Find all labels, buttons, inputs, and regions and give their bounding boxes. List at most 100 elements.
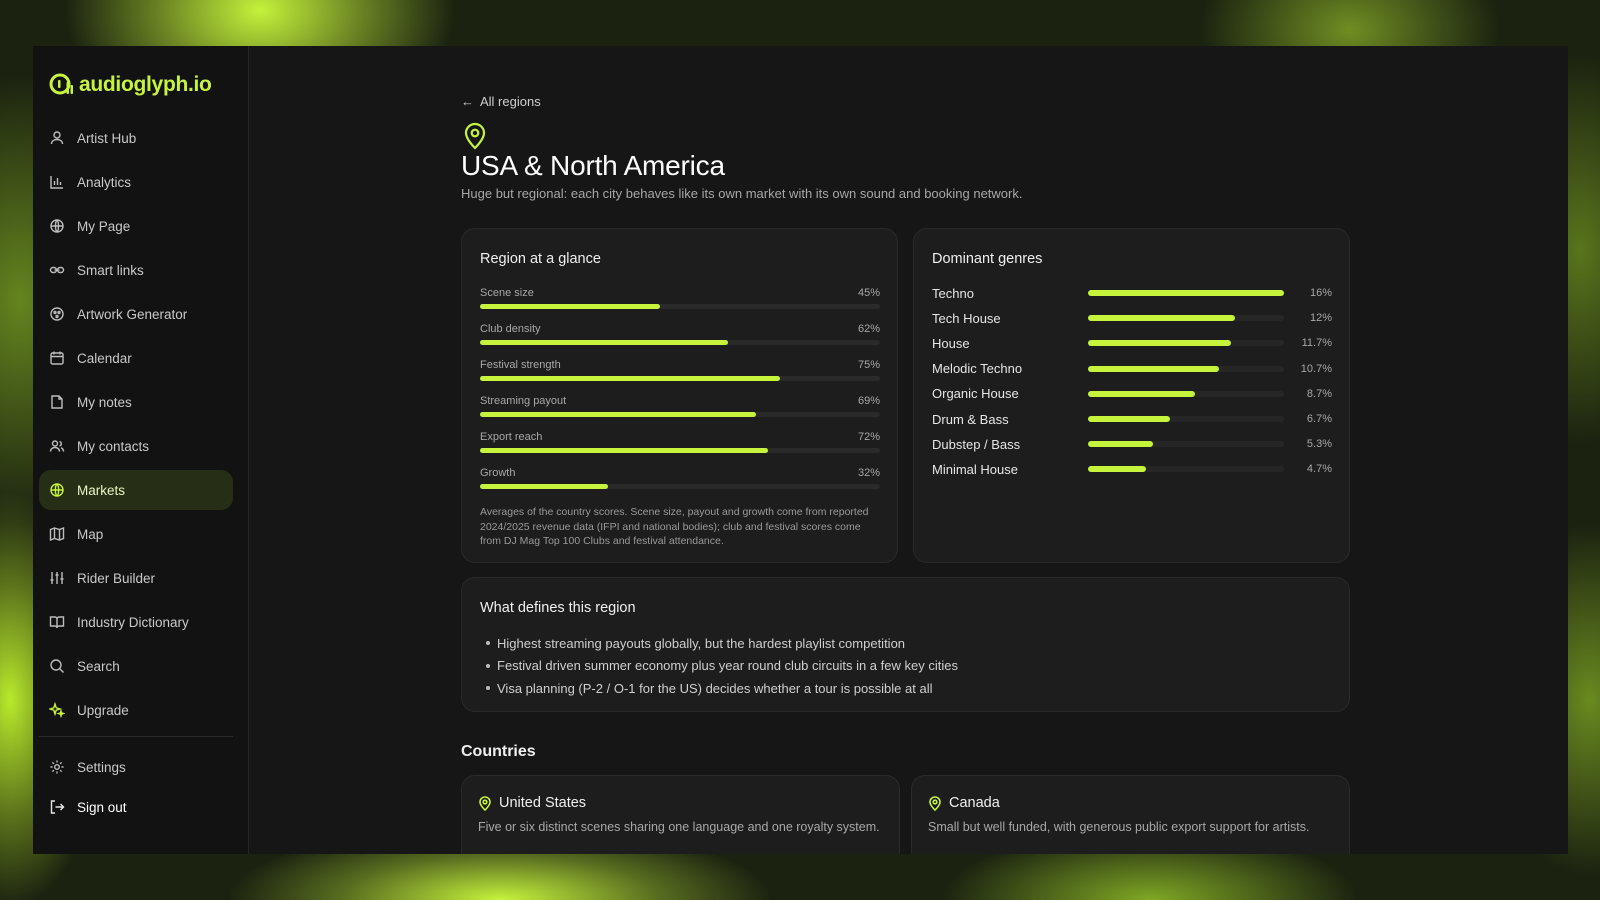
country-name: Canada bbox=[928, 795, 1000, 811]
genre-value: 8.7% bbox=[1306, 387, 1332, 400]
metric-scene-size: Scene size 45% bbox=[480, 287, 880, 309]
region-defines-card: What defines this region Highest streami… bbox=[461, 577, 1350, 712]
list-item: Festival driven summer economy plus year… bbox=[486, 655, 958, 678]
sidebar-item-label: My notes bbox=[77, 394, 132, 410]
location-pin-icon bbox=[464, 122, 486, 150]
sidebar-item-label: Rider Builder bbox=[77, 570, 156, 586]
genre-track bbox=[1088, 315, 1284, 322]
sidebar-item-label: Calendar bbox=[77, 350, 132, 366]
glance-note: Averages of the country scores. Scene si… bbox=[480, 506, 869, 547]
logo[interactable]: audioglyph.io bbox=[49, 72, 212, 98]
sidebar-item-artist-hub[interactable]: Artist Hub bbox=[39, 118, 233, 158]
sidebar-item-analytics[interactable]: Analytics bbox=[39, 162, 233, 202]
metric-track bbox=[480, 376, 880, 381]
sidebar-item-label: My contacts bbox=[77, 438, 150, 454]
sidebar-item-calendar[interactable]: Calendar bbox=[39, 338, 233, 378]
sidebar-nav: Artist Hub Analytics My Page Smart links… bbox=[39, 118, 233, 734]
genre-value: 10.7% bbox=[1300, 362, 1332, 375]
sidebar-item-label: My Page bbox=[77, 218, 131, 234]
genre-fill bbox=[1088, 365, 1220, 372]
genre-track bbox=[1088, 441, 1284, 448]
sidebar-item-label: Artwork Generator bbox=[77, 306, 188, 322]
genre-row: House 11.7% bbox=[932, 333, 1332, 353]
sidebar-divider bbox=[39, 736, 233, 737]
metric-track bbox=[480, 304, 880, 309]
metric-fill bbox=[480, 484, 608, 489]
back-link[interactable]: ← All regions bbox=[461, 94, 541, 109]
sidebar-item-upgrade[interactable]: Upgrade bbox=[39, 690, 233, 730]
location-pin-icon bbox=[929, 795, 941, 811]
sidebar-item-my-page[interactable]: My Page bbox=[39, 206, 233, 246]
metric-export-reach: Export reach 72% bbox=[480, 431, 880, 453]
metric-fill bbox=[480, 448, 768, 453]
metric-track bbox=[480, 412, 880, 417]
link-icon bbox=[49, 266, 65, 274]
logo-text: audioglyph.io bbox=[79, 73, 212, 96]
page-subtitle: Huge but regional: each city behaves lik… bbox=[461, 186, 1023, 201]
metric-label: Growth bbox=[480, 467, 516, 479]
metric-label: Festival strength bbox=[480, 359, 561, 371]
bar-chart-icon bbox=[50, 176, 63, 189]
metric-festival-strength: Festival strength 75% bbox=[480, 359, 880, 381]
metric-label: Scene size bbox=[480, 287, 534, 299]
sidebar-item-map[interactable]: Map bbox=[39, 514, 233, 554]
genre-name: Dubstep / Bass bbox=[932, 436, 1021, 452]
genre-value: 5.3% bbox=[1306, 438, 1332, 451]
sign-out-icon bbox=[50, 800, 65, 814]
sidebar-item-artwork-generator[interactable]: Artwork Generator bbox=[39, 294, 233, 334]
sidebar-item-industry-dictionary[interactable]: Industry Dictionary bbox=[39, 602, 233, 642]
card-title: What defines this region bbox=[480, 600, 636, 616]
sidebar-item-rider-builder[interactable]: Rider Builder bbox=[39, 558, 233, 598]
sidebar-item-label: Map bbox=[77, 526, 104, 542]
arrow-left-icon: ← bbox=[461, 94, 474, 109]
globe-icon bbox=[50, 483, 64, 497]
sparkle-icon bbox=[49, 702, 65, 718]
logo-icon bbox=[49, 73, 73, 95]
sliders-icon bbox=[50, 572, 64, 584]
metric-label: Export reach bbox=[480, 431, 543, 443]
location-pin-icon bbox=[479, 795, 491, 811]
genre-fill bbox=[1088, 466, 1146, 473]
genre-track bbox=[1088, 290, 1284, 296]
metric-club-density: Club density 62% bbox=[480, 323, 880, 345]
country-card-united-states[interactable]: United States Five or six distinct scene… bbox=[461, 775, 900, 854]
genre-row: Dubstep / Bass 5.3% bbox=[932, 434, 1332, 454]
book-icon bbox=[49, 616, 65, 629]
genre-row: Minimal House 4.7% bbox=[932, 459, 1332, 479]
genre-value: 16% bbox=[1309, 287, 1332, 299]
sign-out-button[interactable]: Sign out bbox=[39, 787, 233, 827]
app-window: audioglyph.io Artist Hub Analytics My Pa… bbox=[33, 46, 1568, 854]
sidebar-item-my-contacts[interactable]: My contacts bbox=[39, 426, 233, 466]
country-name: United States bbox=[478, 795, 586, 811]
sidebar: audioglyph.io Artist Hub Analytics My Pa… bbox=[33, 46, 249, 854]
sidebar-item-markets[interactable]: Markets bbox=[39, 470, 233, 510]
sidebar-item-label: Industry Dictionary bbox=[77, 614, 189, 630]
note-icon bbox=[51, 395, 63, 409]
country-description: Five or six distinct scenes sharing one … bbox=[478, 820, 880, 834]
metric-label: Club density bbox=[480, 323, 541, 335]
genre-track bbox=[1088, 390, 1284, 397]
sidebar-item-smart-links[interactable]: Smart links bbox=[39, 250, 233, 290]
genre-fill bbox=[1088, 441, 1153, 448]
sidebar-item-label: Upgrade bbox=[77, 702, 129, 718]
genre-name: Minimal House bbox=[932, 461, 1018, 477]
region-glance-card: Region at a glance Scene size 45% Club den… bbox=[461, 228, 898, 563]
countries-heading: Countries bbox=[461, 743, 536, 760]
metric-row: Growth 32% bbox=[480, 467, 880, 479]
sidebar-item-settings[interactable]: Settings bbox=[39, 747, 233, 787]
metric-growth: Growth 32% bbox=[480, 467, 880, 489]
metric-track bbox=[480, 448, 880, 453]
metric-value: 69% bbox=[857, 395, 880, 407]
metric-row: Streaming payout 69% bbox=[480, 395, 880, 407]
card-title: Region at a glance bbox=[480, 251, 601, 267]
sidebar-item-label: Settings bbox=[77, 759, 126, 775]
metric-fill bbox=[480, 304, 660, 309]
metric-fill bbox=[480, 412, 756, 417]
sidebar-item-search[interactable]: Search bbox=[39, 646, 233, 686]
genre-track bbox=[1088, 365, 1284, 372]
country-card-canada[interactable]: Canada Small but well funded, with gener… bbox=[911, 775, 1350, 854]
metric-label: Streaming payout bbox=[480, 395, 567, 407]
sidebar-item-my-notes[interactable]: My notes bbox=[39, 382, 233, 422]
genre-track bbox=[1088, 416, 1284, 422]
country-name-label: Canada bbox=[949, 795, 1000, 811]
